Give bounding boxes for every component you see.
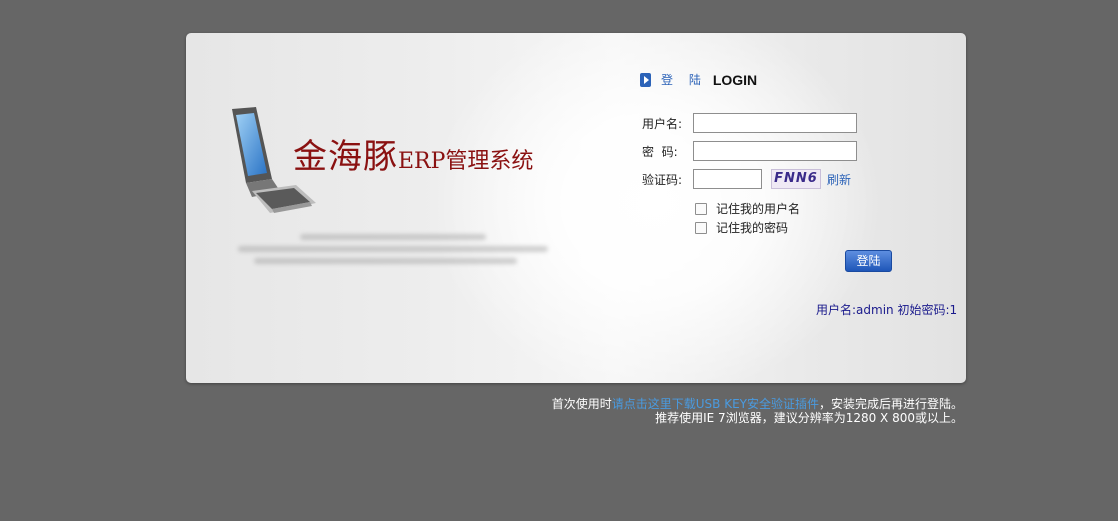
remember-password-checkbox[interactable] [695, 221, 707, 234]
hint-password-value: 1 [949, 303, 958, 317]
login-panel: 金海豚ERP管理系统 登 陆 LOGIN 用户名: 密 码: 验证码: FNN6… [186, 33, 966, 383]
login-button[interactable]: 登陆 [845, 250, 892, 272]
username-input[interactable] [693, 113, 857, 133]
hint-user-prefix: 用户名: [816, 303, 857, 317]
remember-password-checkbox-row[interactable]: 记住我的密码 [695, 219, 788, 236]
remember-password-label: 记住我的密码 [716, 221, 789, 235]
captcha-label: 验证码: [642, 172, 683, 187]
footer-line1-prefix: 首次使用时 [551, 397, 612, 411]
remember-user-checkbox[interactable] [695, 202, 707, 215]
login-hint: 用户名:admin 初始密码:1 [816, 301, 957, 318]
login-heading-cn: 登 陆 [661, 73, 707, 87]
brand-title-suffix: ERP管理系统 [398, 149, 534, 174]
decorative-blur-text [238, 228, 548, 268]
refresh-captcha-link[interactable]: 刷新 [827, 171, 851, 188]
captcha-input[interactable] [693, 169, 762, 189]
captcha-image[interactable]: FNN6 [771, 169, 821, 189]
password-input[interactable] [693, 141, 857, 161]
captcha-row: 验证码: FNN6 刷新 [642, 169, 851, 189]
brand-logo: 金海豚ERP管理系统 [293, 129, 533, 178]
username-row: 用户名: [642, 113, 857, 133]
username-label: 用户名: [642, 116, 683, 131]
remember-user-label: 记住我的用户名 [716, 202, 801, 216]
hint-user-value: admin [856, 303, 894, 317]
hint-password-prefix: 初始密码: [897, 303, 950, 317]
arrow-right-icon [640, 72, 651, 87]
password-row: 密 码: [642, 141, 857, 161]
remember-user-checkbox-row[interactable]: 记住我的用户名 [695, 200, 800, 217]
footer-line-2: 推荐使用IE 7浏览器，建议分辨率为1280 X 800或以上。 [655, 411, 963, 425]
password-label: 密 码: [642, 144, 678, 159]
brand-title-main: 金海豚 [293, 137, 398, 177]
login-heading-en: LOGIN [712, 71, 758, 88]
login-heading: 登 陆 LOGIN [640, 71, 757, 88]
